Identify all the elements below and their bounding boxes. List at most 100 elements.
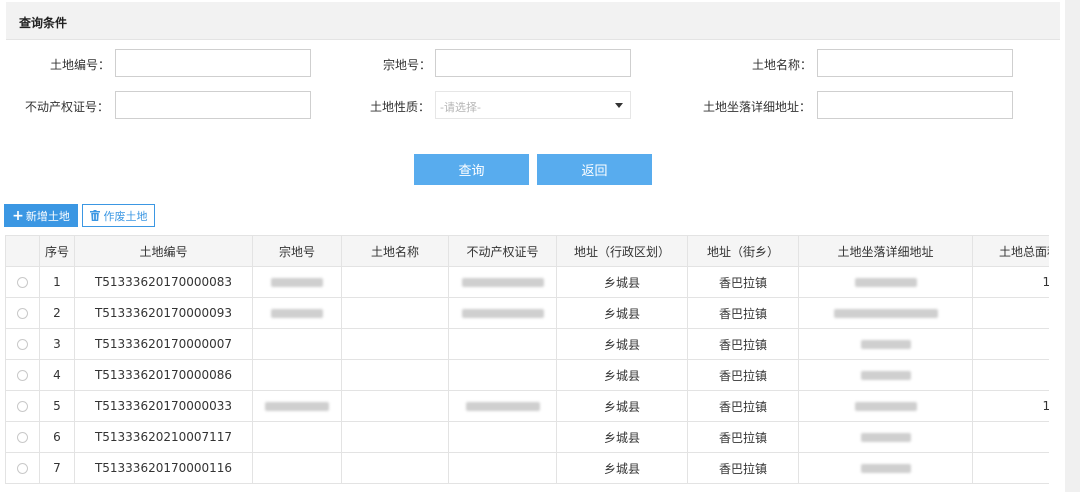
area-cell: 100 <box>972 421 1049 453</box>
row-radio[interactable] <box>17 339 28 350</box>
parcel-no-cell <box>252 328 342 360</box>
address-cell <box>798 328 973 360</box>
address-cell <box>798 452 973 484</box>
table-row[interactable]: 6 T51333620210007117 乡城县 香巴拉镇 100 <box>5 421 1049 453</box>
seq-cell: 5 <box>39 390 75 422</box>
row-radio[interactable] <box>17 463 28 474</box>
realty-cert-cell <box>448 452 557 484</box>
col-district: 地址（行政区划） <box>556 235 688 267</box>
parcel-no-cell <box>252 297 342 329</box>
township-cell: 香巴拉镇 <box>687 359 799 391</box>
realty-cert-cell <box>448 359 557 391</box>
parcel-no-cell <box>252 390 342 422</box>
parcel-no-input[interactable] <box>435 49 631 77</box>
address-cell <box>798 390 973 422</box>
land-name-cell <box>341 452 449 484</box>
realty-cert-cell <box>448 328 557 360</box>
row-select-cell[interactable] <box>5 328 40 360</box>
address-input[interactable] <box>817 91 1013 119</box>
query-panel-header: 查询条件 <box>6 2 1060 40</box>
add-land-button[interactable]: + 新增土地 <box>4 204 78 227</box>
masked-value <box>854 278 917 287</box>
land-no-cell: T51333620170000033 <box>74 390 253 422</box>
table-row[interactable]: 1 T51333620170000083 乡城县 香巴拉镇 1000 <box>5 266 1049 298</box>
township-cell: 香巴拉镇 <box>687 266 799 298</box>
row-radio[interactable] <box>17 401 28 412</box>
land-no-cell: T51333620170000083 <box>74 266 253 298</box>
township-cell: 香巴拉镇 <box>687 328 799 360</box>
realty-cert-input[interactable] <box>115 91 311 119</box>
masked-value <box>271 309 323 318</box>
land-name-input[interactable] <box>817 49 1013 77</box>
seq-cell: 3 <box>39 328 75 360</box>
table-row[interactable]: 2 T51333620170000093 乡城县 香巴拉镇 300 <box>5 297 1049 329</box>
row-select-cell[interactable] <box>5 359 40 391</box>
row-radio[interactable] <box>17 432 28 443</box>
row-select-cell[interactable] <box>5 390 40 422</box>
col-township: 地址（街乡） <box>687 235 799 267</box>
land-no-cell: T51333620170000116 <box>74 452 253 484</box>
row-radio[interactable] <box>17 370 28 381</box>
land-nature-placeholder: -请选择- <box>440 101 481 114</box>
seq-cell: 4 <box>39 359 75 391</box>
masked-value <box>854 402 917 411</box>
back-button[interactable]: 返回 <box>537 154 652 185</box>
district-cell: 乡城县 <box>556 390 688 422</box>
address-cell <box>798 297 973 329</box>
table-header: 序号 土地编号 宗地号 土地名称 不动产权证号 地址（行政区划） 地址（街乡） … <box>5 235 1049 267</box>
masked-value <box>860 340 911 349</box>
table-row[interactable]: 7 T51333620170000116 乡城县 香巴拉镇 0 <box>5 452 1049 484</box>
parcel-no-label: 宗地号： <box>383 58 432 72</box>
district-cell: 乡城县 <box>556 359 688 391</box>
plus-icon: + <box>12 207 24 224</box>
query-button[interactable]: 查询 <box>414 154 529 185</box>
parcel-no-cell <box>252 452 342 484</box>
realty-cert-cell <box>448 390 557 422</box>
col-land-no: 土地编号 <box>74 235 253 267</box>
seq-cell: 7 <box>39 452 75 484</box>
masked-value <box>833 309 938 318</box>
vertical-scrollbar[interactable] <box>1065 0 1080 492</box>
seq-cell: 1 <box>39 266 75 298</box>
table-row[interactable]: 4 T51333620170000086 乡城县 香巴拉镇 0 <box>5 359 1049 391</box>
land-name-cell <box>341 390 449 422</box>
col-parcel-no: 宗地号 <box>252 235 342 267</box>
row-radio[interactable] <box>17 308 28 319</box>
panel-title: 查询条件 <box>19 16 68 30</box>
col-land-name: 土地名称 <box>341 235 449 267</box>
land-nature-select[interactable]: -请选择- <box>435 91 631 119</box>
township-cell: 香巴拉镇 <box>687 390 799 422</box>
masked-value <box>461 278 544 287</box>
row-select-cell[interactable] <box>5 421 40 453</box>
district-cell: 乡城县 <box>556 297 688 329</box>
area-cell: 1790 <box>972 390 1049 422</box>
address-label: 土地坐落详细地址： <box>703 100 812 114</box>
area-cell: 0 <box>972 359 1049 391</box>
row-radio[interactable] <box>17 277 28 288</box>
land-name-cell <box>341 359 449 391</box>
table-row[interactable]: 5 T51333620170000033 乡城县 香巴拉镇 1790 <box>5 390 1049 422</box>
row-select-cell[interactable] <box>5 266 40 298</box>
masked-value <box>461 309 544 318</box>
district-cell: 乡城县 <box>556 266 688 298</box>
masked-value <box>271 278 323 287</box>
row-select-cell[interactable] <box>5 297 40 329</box>
township-cell: 香巴拉镇 <box>687 452 799 484</box>
row-select-cell[interactable] <box>5 452 40 484</box>
table-row[interactable]: 3 T51333620170000007 乡城县 香巴拉镇 0 <box>5 328 1049 360</box>
void-land-button[interactable]: 作废土地 <box>82 204 155 227</box>
land-no-cell: T51333620170000086 <box>74 359 253 391</box>
address-cell <box>798 421 973 453</box>
masked-value <box>860 433 911 442</box>
land-no-label: 土地编号： <box>50 58 111 72</box>
area-cell: 300 <box>972 297 1049 329</box>
realty-cert-label: 不动产权证号： <box>25 100 110 114</box>
address-cell <box>798 266 973 298</box>
parcel-no-cell <box>252 421 342 453</box>
district-cell: 乡城县 <box>556 452 688 484</box>
parcel-no-cell <box>252 266 342 298</box>
land-no-input[interactable] <box>115 49 311 77</box>
address-cell <box>798 359 973 391</box>
masked-value <box>465 402 540 411</box>
trash-icon <box>89 210 100 221</box>
